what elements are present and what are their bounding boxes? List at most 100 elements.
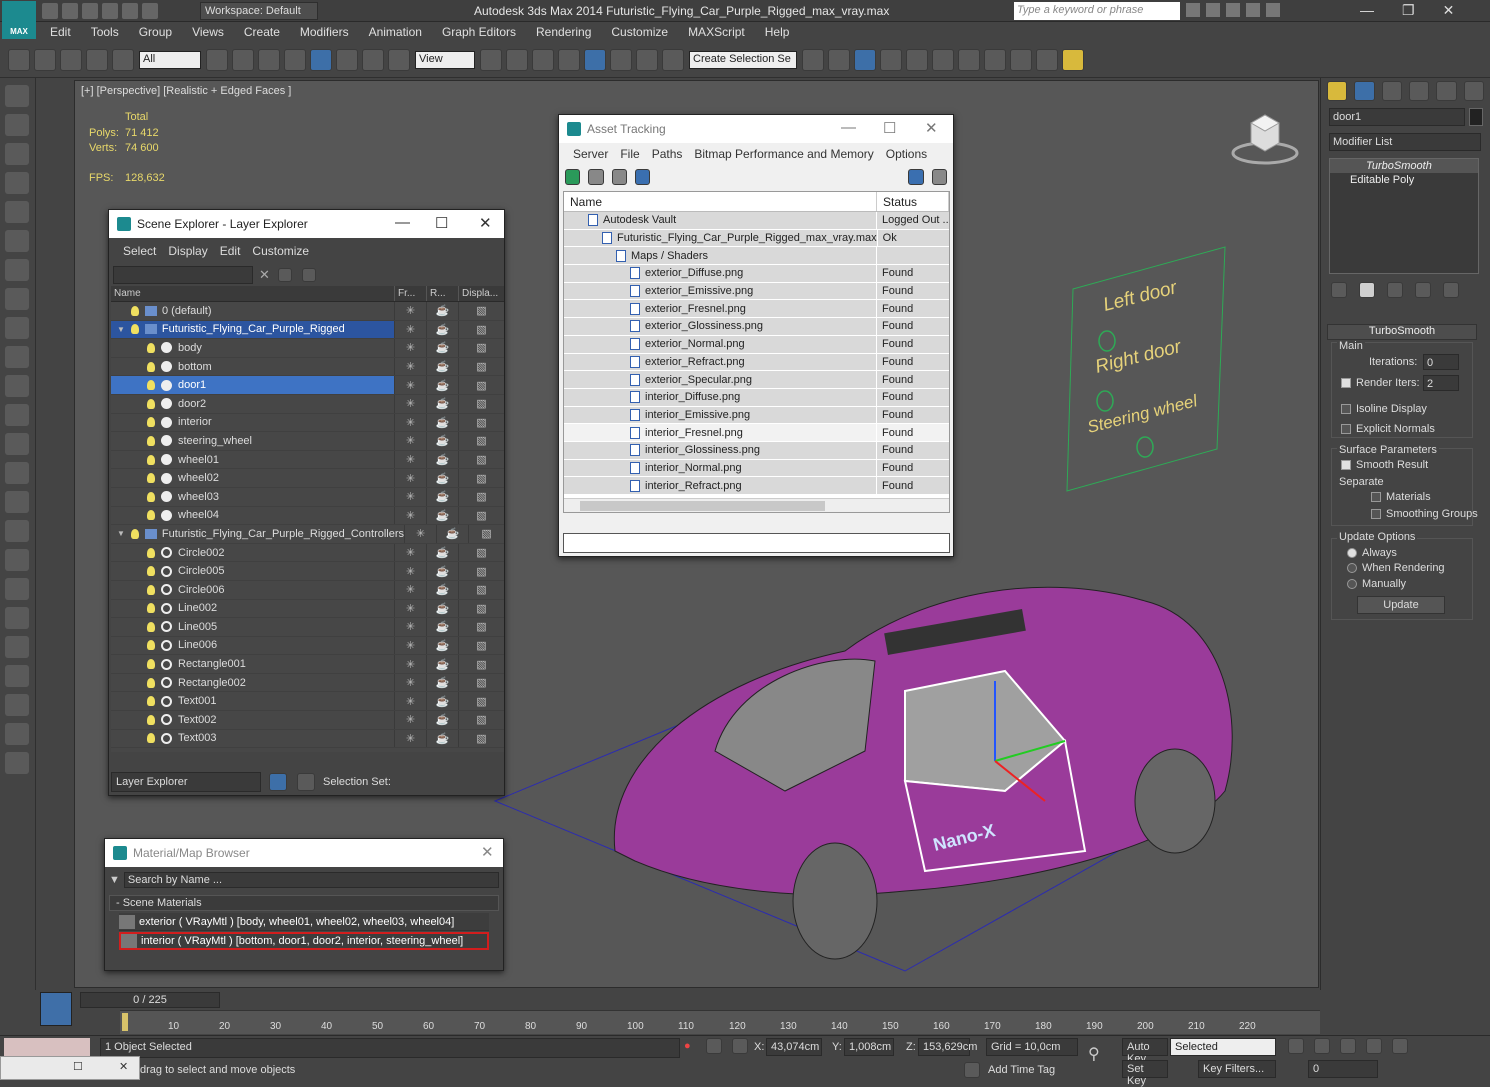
always-radio[interactable]: Always	[1347, 547, 1397, 559]
layer-row[interactable]: ▼ Futuristic_Flying_Car_Purple_Rigged ✳ ☕ ▧	[111, 320, 504, 340]
freeze-icon[interactable]: ✳	[394, 469, 426, 487]
manually-radio[interactable]: Manually	[1347, 578, 1406, 590]
close-icon[interactable]: ✕	[119, 1060, 128, 1073]
set-key-button[interactable]: Set Key	[1122, 1060, 1168, 1087]
asset-row[interactable]: exterior_Refract.png Found	[564, 353, 949, 372]
asset-row[interactable]: exterior_Emissive.png Found	[564, 282, 949, 301]
col-status[interactable]: Status	[877, 192, 949, 211]
tool-icon[interactable]	[5, 259, 29, 281]
rendered-frame-icon[interactable]	[1010, 48, 1032, 71]
display-mode-icon[interactable]: ▧	[458, 394, 504, 413]
freeze-icon[interactable]: ✳	[394, 394, 426, 413]
car-model[interactable]: Nano-X	[485, 561, 1319, 981]
material-item-exterior[interactable]: exterior ( VRayMtl ) [body, wheel01, whe…	[119, 913, 489, 931]
visibility-bulb-icon[interactable]	[147, 584, 155, 595]
modify-tab-icon[interactable]	[1354, 81, 1375, 101]
display-mode-icon[interactable]: ▧	[458, 339, 504, 357]
minimize-icon[interactable]: —	[395, 214, 410, 231]
display-mode-icon[interactable]: ▧	[458, 655, 504, 673]
tool-icon[interactable]	[5, 230, 29, 252]
selection-filter-dropdown[interactable]: All	[139, 50, 201, 69]
visibility-bulb-icon[interactable]	[147, 454, 155, 465]
tool-icon[interactable]	[5, 201, 29, 223]
search-input[interactable]	[113, 266, 253, 284]
table-view-icon[interactable]	[634, 169, 651, 185]
tool-icon[interactable]	[5, 636, 29, 658]
key-filters-button[interactable]: Key Filters...	[1198, 1060, 1276, 1078]
maxscript-listener[interactable]	[4, 1038, 90, 1058]
freeze-icon[interactable]: ✳	[394, 450, 426, 469]
renderable-teapot-icon[interactable]: ☕	[426, 599, 458, 618]
save-icon[interactable]	[82, 3, 98, 19]
absolute-mode-icon[interactable]	[732, 1038, 748, 1054]
visibility-bulb-icon[interactable]	[147, 714, 155, 725]
menu-select[interactable]: Select	[117, 240, 162, 262]
layer-row[interactable]: ▼ Futuristic_Flying_Car_Purple_Rigged_Con…	[111, 525, 504, 544]
freeze-icon[interactable]: ✳	[394, 357, 426, 376]
controller-sign[interactable]: Left door Right door Steering wheel	[1065, 241, 1235, 501]
tool-icon[interactable]	[5, 694, 29, 716]
visibility-bulb-icon[interactable]	[147, 361, 155, 372]
material-search-input[interactable]: Search by Name ...	[123, 872, 499, 888]
tool-icon[interactable]	[5, 288, 29, 310]
menu-server[interactable]: Server	[567, 143, 614, 165]
select-place-icon[interactable]	[388, 48, 410, 71]
object-row[interactable]: bottom ✳ ☕ ▧	[111, 357, 504, 377]
freeze-icon[interactable]: ✳	[394, 543, 426, 562]
stack-item-editable-poly[interactable]: Editable Poly	[1330, 173, 1478, 187]
tree-view-icon[interactable]	[611, 169, 627, 185]
auto-key-button[interactable]: Auto Key	[1122, 1038, 1168, 1065]
renderable-teapot-icon[interactable]: ☕	[426, 469, 458, 487]
object-row[interactable]: door2 ✳ ☕ ▧	[111, 394, 504, 414]
freeze-icon[interactable]: ✳	[394, 432, 426, 450]
renderable-teapot-icon[interactable]: ☕	[426, 320, 458, 339]
remove-modifier-icon[interactable]	[1415, 282, 1431, 298]
display-mode-icon[interactable]: ▧	[458, 302, 504, 320]
select-by-name-icon[interactable]	[232, 48, 254, 71]
visibility-bulb-icon[interactable]	[147, 677, 155, 688]
workspace-dropdown[interactable]: Workspace: Default	[200, 2, 318, 20]
renderable-teapot-icon[interactable]: ☕	[426, 655, 458, 673]
display-mode-icon[interactable]: ▧	[458, 599, 504, 618]
select-rotate-icon[interactable]	[336, 48, 358, 71]
visibility-bulb-icon[interactable]	[147, 696, 155, 707]
visibility-bulb-icon[interactable]	[147, 603, 155, 614]
isoline-display-checkbox[interactable]: Isoline Display	[1341, 403, 1427, 415]
asset-row[interactable]: Futuristic_Flying_Car_Purple_Rigged_max_…	[564, 229, 949, 248]
show-end-result-icon[interactable]	[1359, 282, 1375, 298]
display-mode-icon[interactable]: ▧	[458, 357, 504, 376]
visibility-bulb-icon[interactable]	[147, 733, 155, 744]
help-icon[interactable]	[908, 169, 924, 185]
snaps-toggle-icon[interactable]	[558, 48, 580, 71]
link-icon[interactable]	[60, 48, 82, 71]
key-icon[interactable]: ⚲	[1088, 1044, 1100, 1064]
renderable-teapot-icon[interactable]: ☕	[426, 376, 458, 394]
renderable-teapot-icon[interactable]: ☕	[426, 302, 458, 320]
undo-icon[interactable]	[102, 3, 118, 19]
help-icon[interactable]	[1266, 3, 1280, 17]
keyboard-shortcut-icon[interactable]	[532, 48, 554, 71]
refresh-icon[interactable]	[565, 169, 581, 185]
visibility-bulb-icon[interactable]	[131, 305, 139, 316]
explorer-mode-dropdown[interactable]: Layer Explorer	[111, 772, 261, 792]
tool-icon[interactable]	[5, 85, 29, 107]
menu-tools[interactable]: Tools	[81, 22, 129, 42]
display-mode-icon[interactable]: ▧	[458, 469, 504, 487]
motion-tab-icon[interactable]	[1408, 81, 1430, 101]
freeze-icon[interactable]: ✳	[394, 506, 426, 525]
close-icon[interactable]: ✕	[925, 119, 938, 137]
y-coordinate-field[interactable]: 1,008cm	[844, 1038, 894, 1056]
renderable-teapot-icon[interactable]: ☕	[426, 711, 458, 729]
visibility-bulb-icon[interactable]	[147, 566, 155, 577]
select-scale-icon[interactable]	[362, 48, 384, 71]
project-folder-icon[interactable]	[142, 3, 158, 19]
time-tag-icon[interactable]	[964, 1062, 980, 1078]
object-row[interactable]: Line006 ✳ ☕ ▧	[111, 636, 504, 656]
object-row[interactable]: Rectangle001 ✳ ☕ ▧	[111, 655, 504, 674]
display-mode-icon[interactable]: ▧	[458, 487, 504, 506]
pin-stack-icon[interactable]	[1331, 282, 1347, 298]
object-row[interactable]: wheel01 ✳ ☕ ▧	[111, 450, 504, 470]
asset-row[interactable]: Maps / Shaders	[564, 247, 949, 266]
material-editor-icon[interactable]	[958, 48, 980, 71]
menu-paths[interactable]: Paths	[646, 143, 689, 165]
